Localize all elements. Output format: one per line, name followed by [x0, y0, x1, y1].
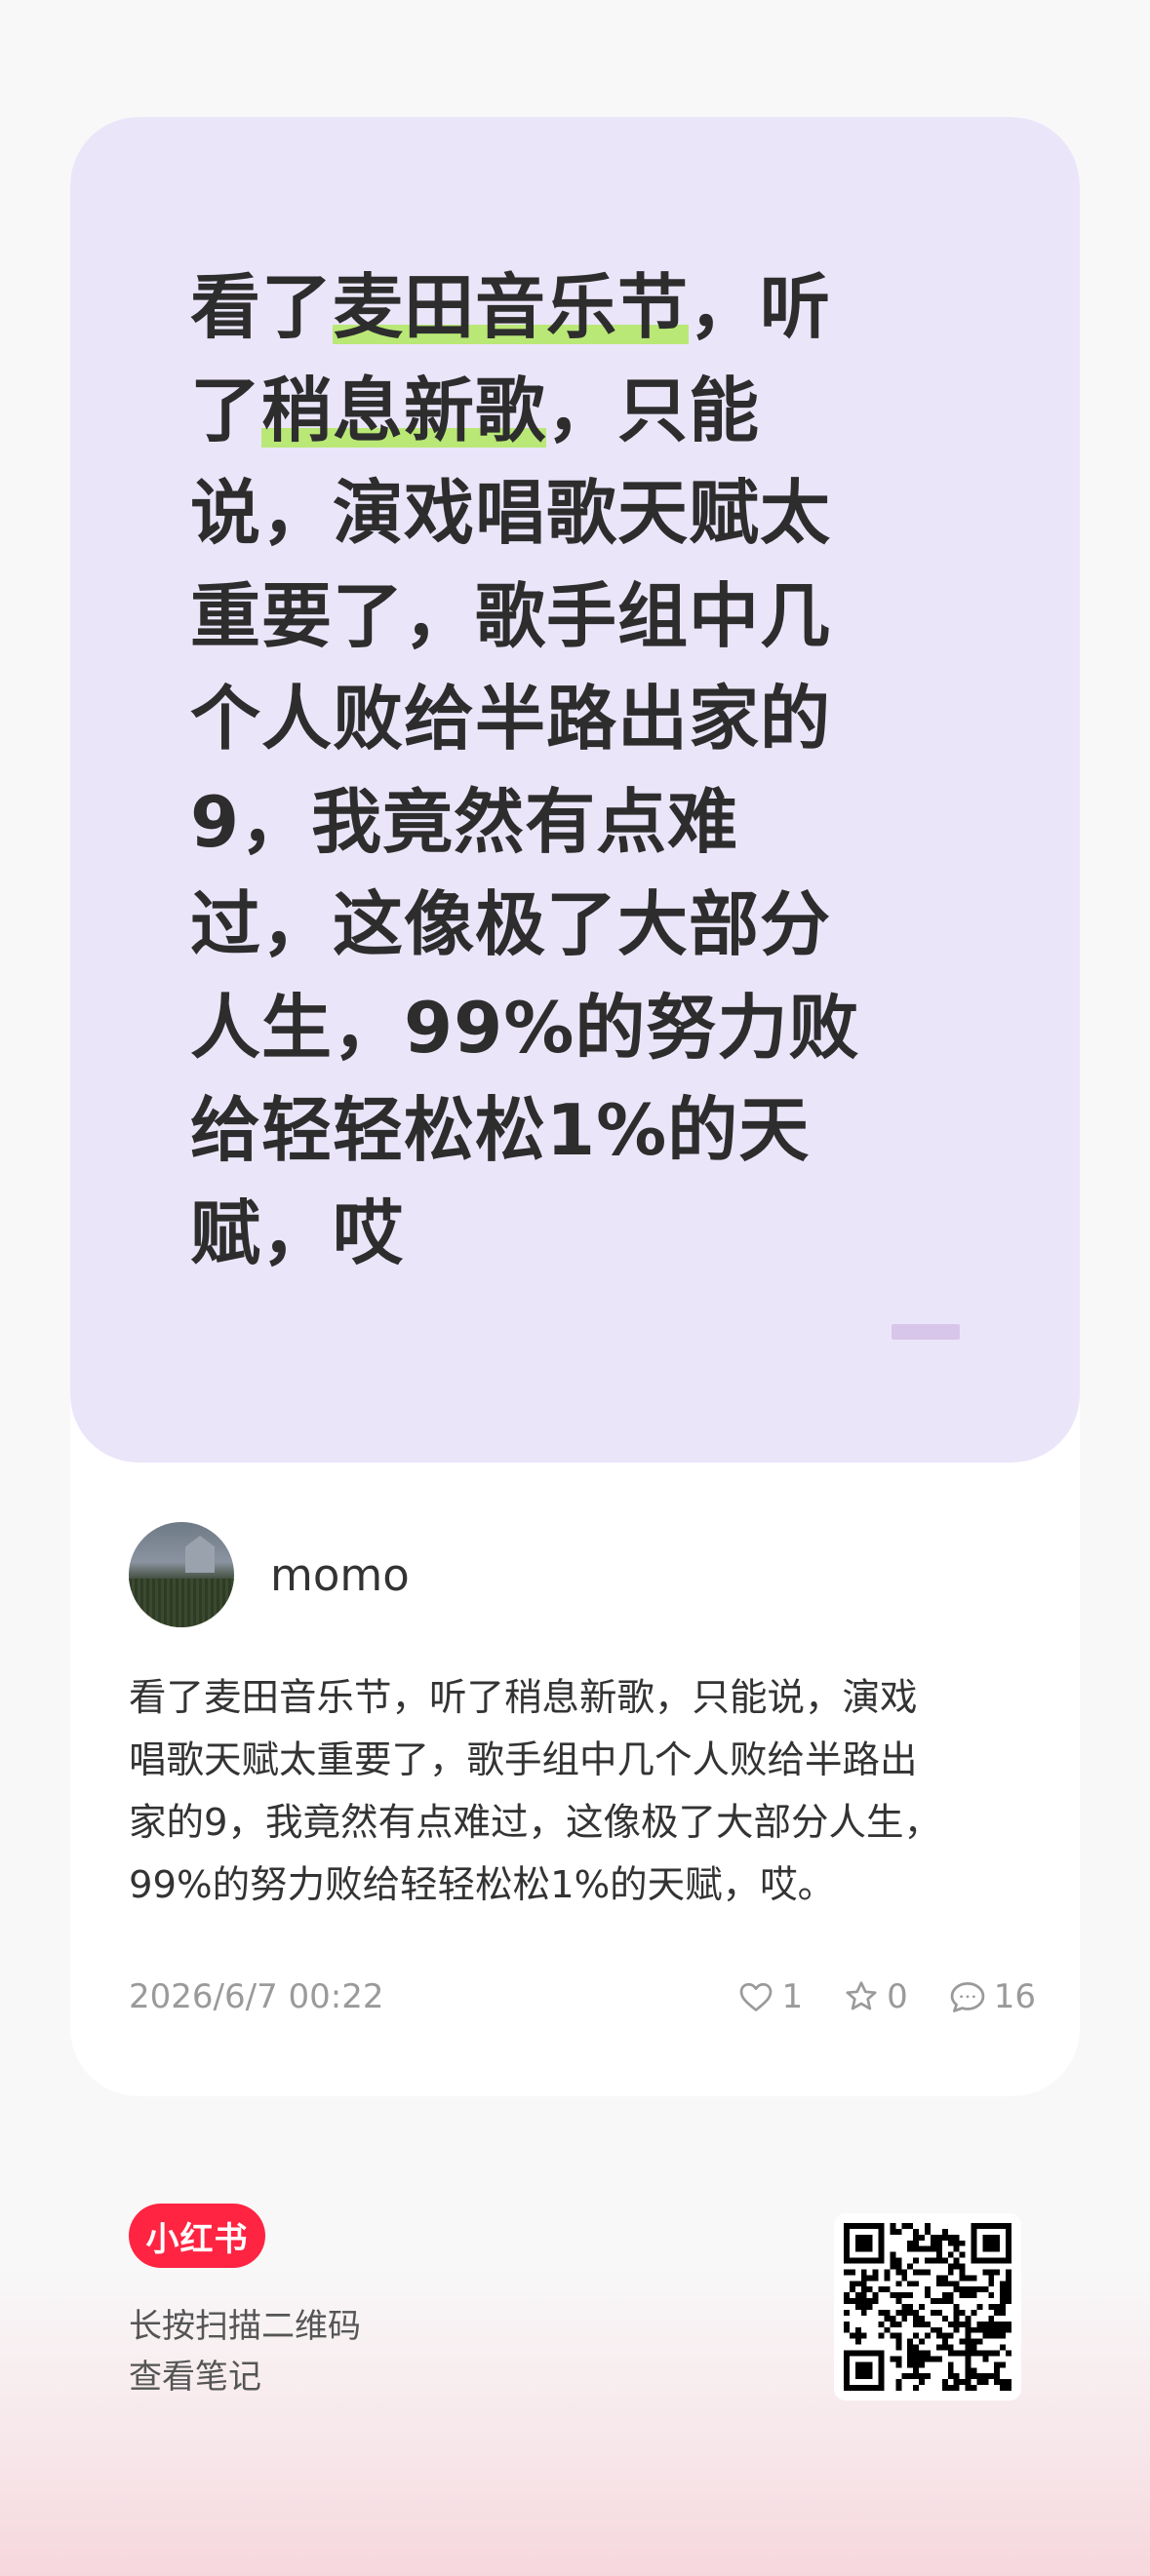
avatar-house-shape [185, 1536, 215, 1573]
post-body-line: 看了麦田音乐节，听了稍息新歌，只能说，演戏 [129, 1676, 918, 1720]
cover-text: 看了麦田音乐节，听 了稍息新歌，只能 说，演戏唱歌天赋太 重要了，歌手组中几 个人败给半… [190, 256, 892, 1285]
scan-hint-line: 查看笔记 [129, 2358, 261, 2397]
qr-code[interactable] [834, 2213, 1021, 2400]
author-row[interactable]: momo [129, 1521, 410, 1628]
favorite-button[interactable]: 0 [844, 1977, 908, 2016]
comment-bubble-icon [949, 1980, 986, 2013]
scan-hint-line: 长按扫描二维码 [129, 2307, 361, 2346]
favorite-count: 0 [887, 1977, 908, 2016]
comment-count: 16 [993, 1977, 1036, 2016]
author-name[interactable]: momo [270, 1549, 410, 1601]
post-timestamp: 2026/6/7 00:22 [129, 1977, 384, 2016]
cover-text-line: 重要了，歌手组中几 [190, 566, 892, 669]
cover-text-line: 说，演戏唱歌天赋太 [190, 462, 892, 566]
cover-text-segment: 给轻轻松松1%的天 [190, 1089, 811, 1171]
like-button[interactable]: 1 [738, 1977, 803, 2016]
cover-decoration [892, 1324, 960, 1340]
cover-text-segment: 人生，99%的努力败 [190, 986, 860, 1069]
cover-text-segment: ，只能 [546, 369, 761, 451]
cover-text-line: 给轻轻松松1%的天 [190, 1079, 892, 1183]
cover-text-segment: ，听 [689, 266, 832, 348]
cover-text-segment: 看了 [190, 266, 334, 348]
post-body-line: 家的9，我竟然有点难过，这像极了大部分人生， [129, 1801, 941, 1845]
post-body-line: 唱歌天赋太重要了，歌手组中几个人败给半路出 [129, 1738, 918, 1782]
cover-text-line: 个人败给半路出家的 [190, 668, 892, 771]
cover-text-segment: 说，演戏唱歌天赋太 [190, 472, 832, 554]
heart-icon [738, 1980, 773, 2013]
post-meta: 2026/6/7 00:22 1 0 16 [129, 1968, 1036, 2026]
avatar[interactable] [129, 1522, 234, 1627]
post-stats: 1 0 16 [738, 1977, 1036, 2016]
cover-text-highlight: 稍息新歌 [261, 369, 547, 451]
comment-button[interactable]: 16 [949, 1977, 1036, 2016]
cover-text-line: 赋，哎 [190, 1183, 892, 1286]
cover-text-highlight: 麦田音乐节 [333, 266, 690, 348]
cover-text-line: 了稍息新歌，只能 [190, 360, 892, 463]
cover-text-segment: 重要了，歌手组中几 [190, 574, 832, 657]
cover-text-line: 看了麦田音乐节，听 [190, 256, 892, 360]
cover-text-segment: 了 [190, 369, 262, 451]
cover-text-segment: 过，这像极了大部分 [190, 883, 832, 965]
cover-text-line: 过，这像极了大部分 [190, 874, 892, 977]
star-icon [844, 1980, 879, 2013]
avatar-field-shape [129, 1579, 234, 1627]
cover-text-line: 9，我竟然有点难 [190, 771, 892, 875]
note-card: 看了麦田音乐节，听 了稍息新歌，只能 说，演戏唱歌天赋太 重要了，歌手组中几 个人败给半… [70, 117, 1080, 2096]
cover-text-line: 人生，99%的努力败 [190, 977, 892, 1080]
scan-hint: 长按扫描二维码 查看笔记 [129, 2301, 361, 2402]
cover-text-segment: 赋，哎 [190, 1191, 405, 1274]
xiaohongshu-logo: 小红书 [129, 2204, 265, 2268]
post-body: 看了麦田音乐节，听了稍息新歌，只能说，演戏 唱歌天赋太重要了，歌手组中几个人败给… [129, 1667, 1036, 1917]
cover-text-segment: 个人败给半路出家的 [190, 678, 832, 760]
post-body-line: 99%的努力败给轻轻松松1%的天赋，哎。 [129, 1863, 836, 1907]
cover-image: 看了麦田音乐节，听 了稍息新歌，只能 说，演戏唱歌天赋太 重要了，歌手组中几 个人败给半… [70, 117, 1080, 1463]
cover-text-segment: 9，我竟然有点难 [190, 780, 739, 863]
qr-code-pattern [844, 2223, 1011, 2391]
like-count: 1 [781, 1977, 804, 2016]
